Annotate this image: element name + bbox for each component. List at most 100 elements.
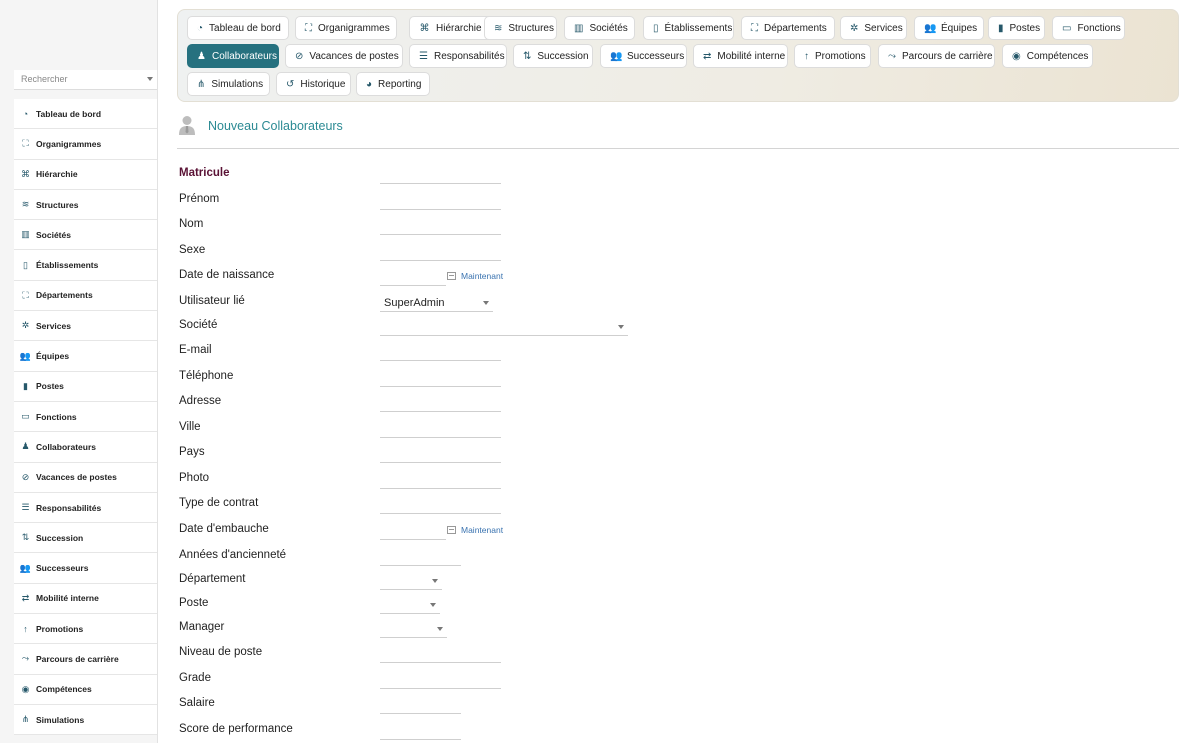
date-naissance-label: Date de naissance: [179, 269, 275, 281]
tab-10[interactable]: ▭ Fonctions: [1052, 16, 1125, 40]
sexe-label: Sexe: [179, 243, 206, 256]
tab-7[interactable]: ✲ Services: [840, 16, 907, 40]
pays-label: Pays: [179, 446, 205, 458]
sidebar-item-14[interactable]: ⇅ Succession: [14, 523, 157, 554]
tab-13[interactable]: ☰ Responsabilités: [409, 44, 507, 68]
form-row-grade: Grade: [179, 665, 879, 690]
sidebar-item-6[interactable]: ⛶ Départements: [14, 281, 157, 312]
grade-input[interactable]: [380, 668, 501, 689]
tab-4[interactable]: ▥ Sociétés: [564, 16, 635, 40]
form-row-nom: Nom: [179, 211, 879, 236]
telephone-input[interactable]: [380, 366, 501, 387]
form-row-ville: Ville: [179, 414, 879, 439]
tab-0[interactable]: ◔ Tableau de bord: [187, 16, 289, 40]
sidebar-item-12[interactable]: ⊘ Vacances de postes: [14, 463, 157, 493]
email-input[interactable]: [380, 341, 501, 361]
tab-12[interactable]: ⊘ Vacances de postes: [285, 44, 403, 68]
sidebar-item-18[interactable]: ⤳ Parcours de carrière: [14, 644, 157, 675]
societe-label: Société: [179, 318, 218, 331]
tab-21[interactable]: ↺ Historique: [276, 72, 351, 96]
sidebar-item-19[interactable]: ◉ Compétences: [14, 675, 157, 705]
sidebar-item-20[interactable]: ⋔ Simulations: [14, 705, 157, 736]
sort-icon: ⇅: [21, 532, 30, 543]
date-naissance-now-link[interactable]: Maintenant: [447, 271, 503, 281]
now-label: Maintenant: [461, 525, 504, 535]
manager-label: Manager: [179, 621, 225, 633]
prenom-input[interactable]: [380, 189, 501, 210]
sidebar-item-8[interactable]: 👥 Équipes: [14, 341, 157, 372]
date-embauche-now-link[interactable]: Maintenant: [447, 525, 503, 535]
tab-1[interactable]: ⛶ Organigrammes: [295, 16, 397, 40]
sidebar-item-3[interactable]: ≋ Structures: [14, 190, 157, 221]
date-naissance-input[interactable]: [380, 266, 446, 286]
tab-3[interactable]: ≋ Structures: [484, 16, 557, 40]
sidebar-item-5[interactable]: ▯ Établissements: [14, 250, 157, 281]
tab-20[interactable]: ⋔ Simulations: [187, 72, 270, 96]
tab-5[interactable]: ▯ Établissements: [643, 16, 734, 40]
tab-22[interactable]: ◕ Reporting: [356, 72, 430, 96]
sidebar-item-15[interactable]: 👥 Successeurs: [14, 553, 157, 584]
tab-label: Parcours de carrière: [902, 50, 993, 62]
sidebar-item-1[interactable]: ⛶ Organigrammes: [14, 129, 157, 160]
tab-11[interactable]: ♟ Collaborateurs: [187, 44, 279, 68]
calendar-icon: [447, 526, 456, 534]
sidebar-item-4[interactable]: ▥ Sociétés: [14, 220, 157, 251]
tab-label: Mobilité interne: [717, 50, 786, 62]
tab-14[interactable]: ⇅ Succession: [513, 44, 593, 68]
utilisateur-lie-select[interactable]: SuperAdmin: [380, 292, 493, 312]
sexe-input[interactable]: [380, 240, 501, 261]
sidebar-item-9[interactable]: ▮ Postes: [14, 372, 157, 402]
tab-19[interactable]: ◉ Compétences: [1002, 44, 1093, 68]
now-label: Maintenant: [461, 271, 504, 281]
tab-6[interactable]: ⛶ Départements: [741, 16, 835, 40]
nom-input[interactable]: [380, 215, 501, 235]
sidebar-item-13[interactable]: ☰ Responsabilités: [14, 493, 157, 524]
departement-select[interactable]: [380, 570, 442, 590]
adresse-input[interactable]: [380, 392, 501, 412]
niveau-poste-label: Niveau de poste: [179, 646, 263, 658]
niveau-poste-input[interactable]: [380, 643, 501, 663]
sidebar-item-7[interactable]: ✲ Services: [14, 311, 157, 342]
user-tie-icon: ♟: [21, 441, 30, 452]
manager-select[interactable]: [380, 618, 447, 638]
tab-18[interactable]: ⤳ Parcours de carrière: [878, 44, 995, 68]
sidebar-item-0[interactable]: ◔ Tableau de bord: [14, 99, 157, 130]
sidebar-item-label: Établissements: [36, 260, 99, 271]
sidebar-item-2[interactable]: ⌘ Hiérarchie: [14, 160, 157, 190]
pays-input[interactable]: [380, 443, 501, 463]
sidebar-item-10[interactable]: ▭ Fonctions: [14, 402, 157, 433]
chevron-down-icon: [618, 324, 624, 329]
sidebar-search-select[interactable]: Rechercher: [14, 70, 157, 90]
tab-label: Reporting: [378, 78, 422, 90]
poste-select[interactable]: [380, 594, 440, 614]
salaire-input[interactable]: [380, 694, 461, 714]
form-row-type-contrat: Type de contrat: [179, 490, 879, 515]
matricule-input[interactable]: [380, 164, 501, 184]
date-embauche-input[interactable]: [380, 520, 446, 540]
societe-select[interactable]: [380, 316, 628, 336]
form-row-prenom: Prénom: [179, 186, 879, 211]
tab-15[interactable]: 👥 Successeurs: [600, 44, 687, 68]
form-row-societe: Société: [179, 312, 879, 337]
ville-input[interactable]: [380, 417, 501, 438]
route-icon: ⤳: [888, 50, 896, 62]
tab-16[interactable]: ⇄ Mobilité interne: [693, 44, 788, 68]
history-icon: ↺: [286, 78, 295, 90]
pie-chart-icon: ◕: [366, 78, 373, 90]
tab-label: Succession: [537, 50, 589, 62]
sidebar-item-17[interactable]: ↑ Promotions: [14, 614, 157, 645]
annees-anciennete-input[interactable]: [380, 545, 461, 566]
type-contrat-input[interactable]: [380, 494, 501, 514]
score-performance-input[interactable]: [380, 719, 461, 740]
form-row-salaire: Salaire: [179, 690, 879, 715]
sidebar-item-11[interactable]: ♟ Collaborateurs: [14, 432, 157, 463]
tab-17[interactable]: ↑ Promotions: [794, 44, 871, 68]
tab-8[interactable]: 👥 Équipes: [914, 16, 984, 40]
sidebar-item-16[interactable]: ⇄ Mobilité interne: [14, 584, 157, 615]
grade-label: Grade: [179, 671, 211, 684]
tab-9[interactable]: ▮ Postes: [988, 16, 1045, 40]
user-tie-icon: ♟: [197, 50, 206, 62]
industry-icon: ▥: [574, 22, 584, 34]
photo-input[interactable]: [380, 468, 501, 489]
tab-label: Départements: [764, 22, 827, 34]
